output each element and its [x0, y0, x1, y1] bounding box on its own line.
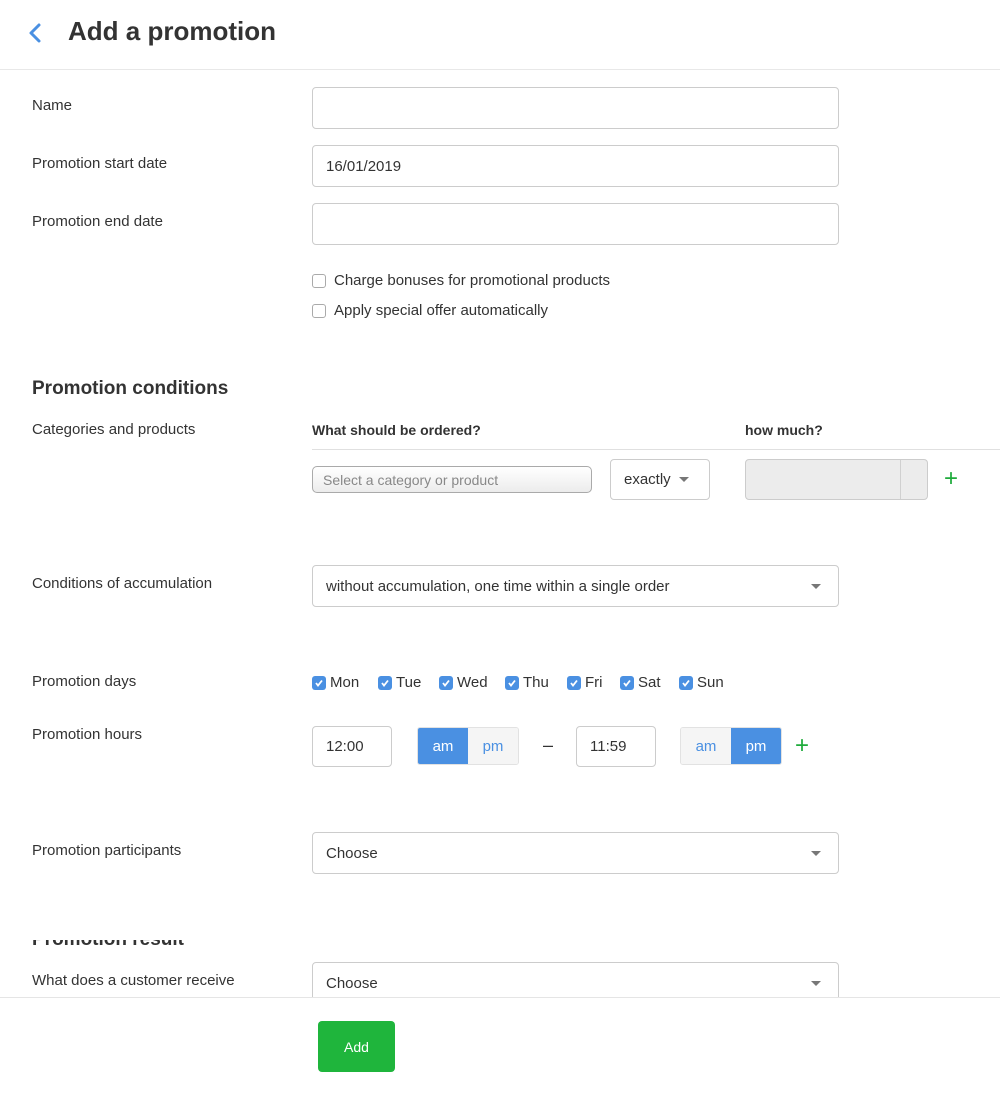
- check-icon[interactable]: [679, 675, 693, 690]
- day-label: Thu: [523, 674, 549, 691]
- start-am-button[interactable]: am: [418, 728, 468, 764]
- check-icon[interactable]: [567, 675, 581, 690]
- caret-down-icon: [811, 583, 821, 589]
- day-wed[interactable]: Wed: [439, 674, 488, 691]
- back-button[interactable]: [24, 20, 48, 46]
- start-date-input[interactable]: [312, 145, 839, 187]
- chevron-left-icon: [29, 23, 41, 43]
- conditions-section-title: Promotion conditions: [32, 378, 229, 399]
- receive-dropdown[interactable]: Choose: [312, 962, 839, 997]
- auto-apply-option[interactable]: Apply special offer automatically: [312, 302, 548, 319]
- quantity-mode-value: exactly: [624, 471, 671, 488]
- end-time-input[interactable]: 11:59: [576, 726, 656, 767]
- name-label: Name: [32, 97, 73, 114]
- accumulation-value: without accumulation, one time within a …: [326, 577, 670, 595]
- plus-icon[interactable]: +: [944, 467, 958, 491]
- product-select-placeholder: Select a category or product: [323, 472, 499, 488]
- page-title: Add a promotion: [68, 16, 276, 46]
- receive-label: What does a customer receive: [32, 972, 235, 989]
- end-period-toggle[interactable]: am pm: [680, 727, 782, 765]
- day-thu[interactable]: Thu: [505, 674, 549, 691]
- day-mon[interactable]: Mon: [312, 674, 359, 691]
- day-label: Tue: [396, 674, 422, 691]
- day-sun[interactable]: Sun: [679, 674, 724, 691]
- start-date-label: Promotion start date: [32, 155, 168, 172]
- participants-dropdown[interactable]: Choose: [312, 832, 839, 874]
- check-icon[interactable]: [505, 675, 519, 690]
- check-icon[interactable]: [378, 675, 392, 690]
- end-time-value: 11:59: [590, 738, 627, 755]
- what-ordered-column-header: What should be ordered?: [312, 422, 481, 438]
- plus-icon[interactable]: +: [795, 734, 809, 758]
- time-separator: –: [543, 735, 554, 755]
- name-input[interactable]: [312, 87, 839, 129]
- quantity-stepper[interactable]: [745, 459, 928, 500]
- day-label: Fri: [585, 674, 603, 691]
- day-label: Sun: [697, 674, 724, 691]
- check-icon[interactable]: [312, 675, 326, 690]
- end-am-button[interactable]: am: [681, 728, 731, 764]
- charge-bonuses-label: Charge bonuses for promotional products: [334, 272, 610, 289]
- day-label: Mon: [330, 674, 360, 691]
- auto-apply-checkbox[interactable]: [312, 303, 326, 318]
- quantity-stepper-divider: [900, 460, 901, 499]
- auto-apply-label: Apply special offer automatically: [334, 302, 548, 319]
- start-pm-button[interactable]: pm: [468, 728, 518, 764]
- how-much-column-header: how much?: [745, 422, 823, 438]
- end-pm-button[interactable]: pm: [731, 728, 781, 764]
- start-time-input[interactable]: 12:00: [312, 726, 392, 767]
- check-icon[interactable]: [439, 675, 453, 690]
- product-select[interactable]: Select a category or product: [312, 466, 592, 493]
- accumulation-dropdown[interactable]: without accumulation, one time within a …: [312, 565, 839, 607]
- day-tue[interactable]: Tue: [378, 674, 421, 691]
- start-time-value: 12:00: [326, 738, 364, 755]
- day-label: Wed: [457, 674, 488, 691]
- result-section-title: Promotion result: [32, 940, 184, 951]
- table-divider: [312, 449, 1000, 450]
- participants-label: Promotion participants: [32, 842, 182, 859]
- end-date-label: Promotion end date: [32, 213, 163, 230]
- start-period-toggle[interactable]: am pm: [417, 727, 519, 765]
- categories-label: Categories and products: [32, 421, 196, 438]
- footer-divider: [0, 997, 1000, 998]
- result-section: Promotion result What does a customer re…: [0, 940, 1000, 997]
- end-date-input[interactable]: [312, 203, 839, 245]
- charge-bonuses-checkbox[interactable]: [312, 273, 326, 288]
- day-fri[interactable]: Fri: [567, 674, 603, 691]
- caret-down-icon: [811, 980, 821, 986]
- caret-down-icon: [678, 477, 689, 482]
- day-sat[interactable]: Sat: [620, 674, 661, 691]
- hours-label: Promotion hours: [32, 726, 143, 743]
- caret-down-icon: [811, 850, 821, 856]
- charge-bonuses-option[interactable]: Charge bonuses for promotional products: [312, 272, 610, 289]
- participants-value: Choose: [326, 844, 378, 862]
- add-button[interactable]: Add: [318, 1021, 395, 1072]
- check-icon[interactable]: [620, 675, 634, 690]
- page-header: Add a promotion: [0, 0, 1000, 70]
- days-label: Promotion days: [32, 673, 137, 690]
- accumulation-label: Conditions of accumulation: [32, 575, 213, 592]
- day-label: Sat: [638, 674, 661, 691]
- receive-value: Choose: [326, 974, 378, 992]
- quantity-mode-dropdown[interactable]: exactly: [610, 459, 710, 500]
